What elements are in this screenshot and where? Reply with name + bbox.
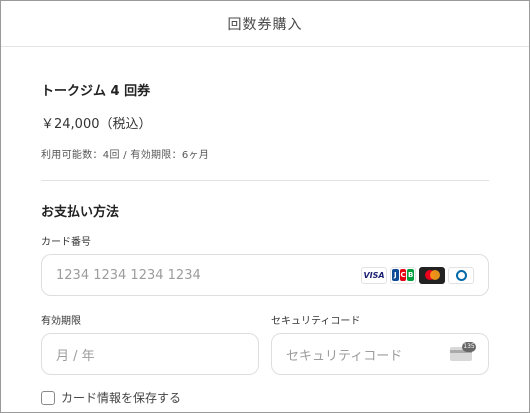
security-code-input[interactable]: セキュリティコード 135 (271, 333, 489, 375)
dialog-content: トークジム 4 回券 ￥24,000（税込） 利用可能数：4回 / 有効期限：6… (1, 80, 529, 406)
payment-method-title: お支払い方法 (41, 205, 120, 220)
cvc-card-icon: 135 (450, 342, 476, 361)
jcb-icon: JCB (390, 266, 416, 284)
card-number-label: カード番号 (41, 237, 91, 248)
security-code-placeholder: セキュリティコード (286, 348, 403, 364)
expiry-security-row: 有効期限 月 / 年 セキュリティコード セキュリティコード 135 (41, 312, 489, 375)
jcb-letter-c: C (399, 269, 407, 281)
purchase-dialog: 回数券購入 トークジム 4 回券 ￥24,000（税込） 利用可能数：4回 / … (0, 0, 530, 413)
card-brand-logos: VISA JCB (361, 266, 474, 284)
product-details: 利用可能数：4回 / 有効期限：6ヶ月 (41, 150, 210, 161)
diners-club-icon (448, 266, 474, 284)
card-number-placeholder: 1234 1234 1234 1234 (56, 267, 201, 283)
divider (41, 180, 489, 181)
jcb-letter-b: B (407, 269, 415, 281)
mastercard-icon (419, 266, 445, 284)
mastercard-orange-circle (430, 269, 440, 280)
expiry-column: 有効期限 月 / 年 (41, 312, 259, 375)
save-card-row[interactable]: カード情報を保存する (41, 389, 489, 406)
product-name: トークジム 4 回券 (41, 84, 151, 99)
expiry-input[interactable]: 月 / 年 (41, 333, 259, 375)
jcb-letter-j: J (392, 269, 399, 281)
expiry-placeholder: 月 / 年 (56, 348, 95, 364)
save-card-label: カード情報を保存する (61, 391, 182, 405)
visa-icon: VISA (361, 266, 387, 284)
security-code-column: セキュリティコード セキュリティコード 135 (271, 312, 489, 375)
product-price: ￥24,000（税込） (41, 117, 152, 132)
save-card-checkbox[interactable] (41, 390, 55, 405)
security-code-label: セキュリティコード (271, 316, 361, 327)
diners-ring (455, 269, 467, 281)
expiry-label: 有効期限 (41, 316, 81, 327)
dialog-header: 回数券購入 (1, 1, 529, 47)
card-number-input[interactable]: 1234 1234 1234 1234 VISA JCB (41, 254, 489, 296)
cvc-number: 135 (462, 342, 476, 352)
page-title: 回数券購入 (227, 16, 303, 33)
